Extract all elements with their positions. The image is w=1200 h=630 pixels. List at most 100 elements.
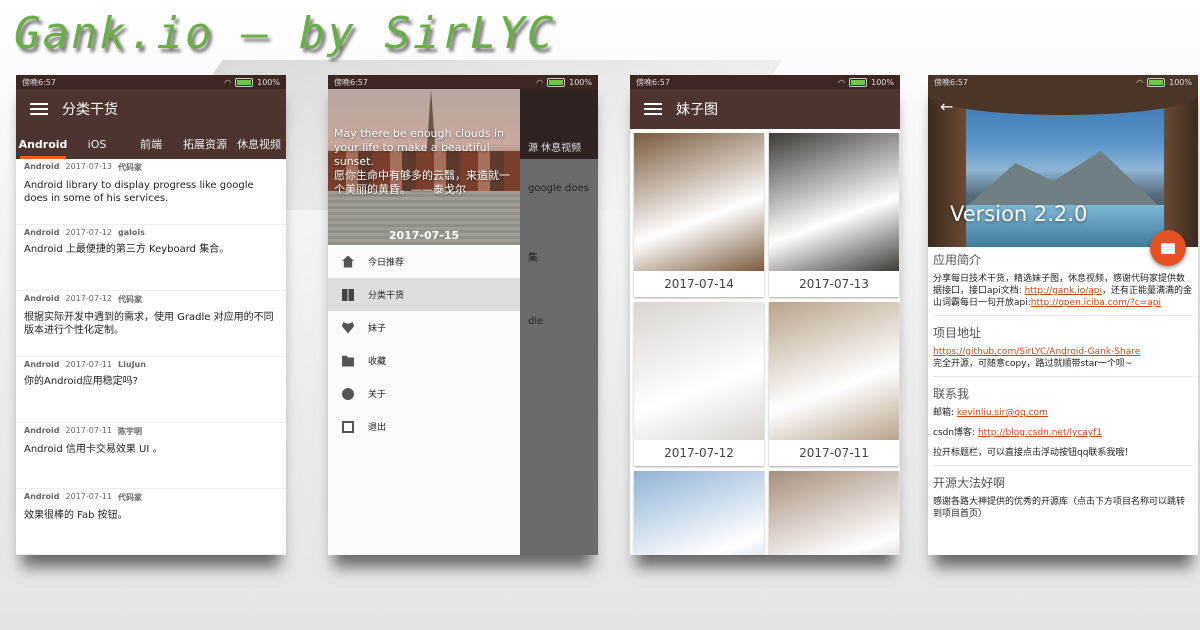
item-author: 代码家 (118, 295, 143, 304)
photo-card[interactable]: 2017-07-12 (634, 302, 764, 466)
item-author: LiuJun (118, 360, 146, 369)
item-author: 陈宇明 (118, 427, 143, 436)
nav-label: 分类干货 (368, 291, 405, 301)
article-list: Android 2017-07-13 代码家 Android library to … (16, 159, 286, 555)
list-item[interactable]: Android 2017-07-11 代码家 效果很棒的 Fab 按钮。 (16, 489, 286, 555)
battery-icon (235, 77, 254, 87)
item-author: 代码家 (118, 493, 143, 502)
nav-label: 今日推荐 (368, 258, 405, 268)
photo-card[interactable] (769, 471, 899, 555)
item-desc: 根据实际开发中遇到的需求，使用 Gradle 对应用的不同版本进行个性化定制。 (24, 312, 274, 336)
item-date: 2017-07-13 (65, 162, 113, 171)
menu-icon[interactable] (630, 89, 676, 129)
nav-item-girls[interactable]: 妹子 (328, 311, 520, 344)
exit-icon (342, 420, 354, 433)
oss-text: 感谢各路大神提供的优秀的开源库（点击下方项目名称可以跳转到项目首页） (933, 497, 1186, 519)
item-desc: 你的Android应用稳定吗? (24, 376, 138, 387)
list-item[interactable]: Android 2017-07-12 代码家 根据实际开发中遇到的需求，使用 Gra… (16, 291, 286, 357)
phone-gallery-screen: 傍晚6:57 ◠ 100% 妹子图 2017-07-14 2017-07-13 2… (630, 75, 900, 555)
photo-grid: 2017-07-14 2017-07-13 2017-07-12 2017-07… (630, 129, 900, 555)
nav-item-about[interactable]: 关于 (328, 377, 520, 410)
nav-item-exit[interactable]: 退出 (328, 410, 520, 443)
app-version: Version 2.2.0 (950, 202, 1088, 226)
navigation-drawer: May there be enough clouds in your life … (328, 89, 520, 555)
photo (769, 471, 899, 555)
tab-videos[interactable]: 休息视频 (232, 129, 286, 159)
csdn-link[interactable]: http://blog.csdn.net/lycayf1 (978, 428, 1102, 438)
item-date: 2017-07-11 (65, 492, 113, 501)
item-category: Android (24, 294, 60, 303)
nav-item-today[interactable]: 今日推荐 (328, 245, 520, 278)
item-category: Android (24, 162, 60, 171)
csdn-label: csdn博客: (933, 428, 978, 438)
nav-item-favorites[interactable]: 收藏 (328, 344, 520, 377)
api-doc-link[interactable]: http://gank.io/api (1025, 286, 1102, 296)
photo-date: 2017-07-12 (664, 446, 734, 460)
home-icon (342, 255, 354, 268)
battery-level: 100% (569, 77, 592, 87)
quote-english: May there be enough clouds in your life … (334, 127, 505, 168)
photo-card[interactable]: 2017-07-11 (769, 302, 899, 466)
contact-text: 拉开标题栏，可以直接点击浮动按钮qq联系我哦！ (933, 448, 1134, 458)
item-category: Android (24, 492, 60, 501)
dimmed-tabs: 源 休息视频 (528, 143, 582, 154)
list-item[interactable]: Android 2017-07-11 LiuJun 你的Android应用稳定吗? (16, 357, 286, 423)
battery-level: 100% (1169, 77, 1192, 87)
phone-about-screen: 傍晚6:57 ◠ 100% ← Version 2.2.0 应用简介 分享每日技术… (928, 75, 1198, 555)
status-bar: 傍晚6:57 ◠ 100% (630, 75, 900, 89)
item-author: galois (118, 228, 145, 237)
photo-card[interactable]: 2017-07-13 (769, 133, 899, 297)
toolbar-title: 分类干货 (62, 102, 118, 118)
status-bar: 傍晚6:57 ◠ 100% (16, 75, 286, 89)
toolbar-title: 妹子图 (676, 102, 718, 118)
status-time: 傍晚6:57 (22, 77, 56, 87)
wifi-icon: ◠ (224, 77, 232, 87)
photo (769, 302, 899, 440)
photo-card[interactable] (634, 471, 764, 555)
phone-category-screen: 傍晚6:57 ◠ 100% 分类干货 Android iOS 前端 拓展资源 休息… (16, 75, 286, 555)
photo-date: 2017-07-14 (664, 277, 734, 291)
chat-fab-button[interactable] (1150, 230, 1186, 266)
nav-label: 妹子 (368, 324, 387, 334)
email-link[interactable]: kevinliu.sir@qq.com (957, 408, 1048, 418)
item-desc: 效果很棒的 Fab 按钮。 (24, 510, 128, 521)
nav-item-category[interactable]: 分类干货 (328, 278, 520, 311)
list-item[interactable]: Android 2017-07-13 代码家 Android library to … (16, 159, 286, 225)
back-arrow-icon[interactable]: ← (940, 97, 953, 116)
item-date: 2017-07-12 (65, 294, 113, 303)
photo (634, 133, 764, 271)
photo (634, 302, 764, 440)
about-content: 应用简介 分享每日技术干货，精选妹子图，休息视频，感谢代码家提供数据接口，接口a… (928, 247, 1198, 520)
item-desc: Android 上最便捷的第三方 Keyboard 集合。 (24, 244, 230, 255)
photo-card[interactable]: 2017-07-14 (634, 133, 764, 297)
tab-frontend[interactable]: 前端 (124, 129, 178, 159)
tab-android[interactable]: Android (16, 129, 70, 159)
dimmed-text: dle (528, 316, 544, 327)
photo-date: 2017-07-13 (799, 277, 869, 291)
tab-resources[interactable]: 拓展资源 (178, 129, 232, 159)
status-time: 傍晚6:57 (334, 77, 368, 87)
daily-quote: May there be enough clouds in your life … (334, 127, 514, 197)
email-label: 邮箱: (933, 408, 957, 418)
wifi-icon: ◠ (838, 77, 846, 87)
banner-title: Gank.io — by SirLYC (14, 8, 556, 59)
tab-ios[interactable]: iOS (70, 129, 124, 159)
github-link[interactable]: https://github.com/SirLYC/Android-Gank-S… (933, 347, 1140, 357)
category-tabs: Android iOS 前端 拓展资源 休息视频 (16, 129, 286, 159)
iciba-api-link[interactable]: http://open.iciba.com/?c=api (1031, 298, 1161, 308)
info-icon (342, 387, 354, 400)
photo-date: 2017-07-11 (799, 446, 869, 460)
nav-label: 关于 (368, 390, 387, 400)
list-item[interactable]: Android 2017-07-12 galois Android 上最便捷的第三方… (16, 225, 286, 291)
item-desc: Android library to display progress like… (24, 180, 254, 204)
about-header-image: 傍晚6:57 ◠ 100% ← Version 2.2.0 (928, 75, 1198, 247)
dimmed-text: 集 (528, 253, 538, 264)
menu-icon[interactable] (16, 89, 62, 129)
toolbar: 妹子图 (630, 89, 900, 129)
battery-icon (1147, 77, 1166, 87)
heart-icon (342, 322, 354, 334)
status-time: 傍晚6:57 (636, 77, 670, 87)
wifi-icon: ◠ (1136, 77, 1144, 87)
section-title: 开源大法好啊 (933, 476, 1006, 490)
list-item[interactable]: Android 2017-07-11 陈宇明 Android 信用卡交易效果 UI … (16, 423, 286, 489)
